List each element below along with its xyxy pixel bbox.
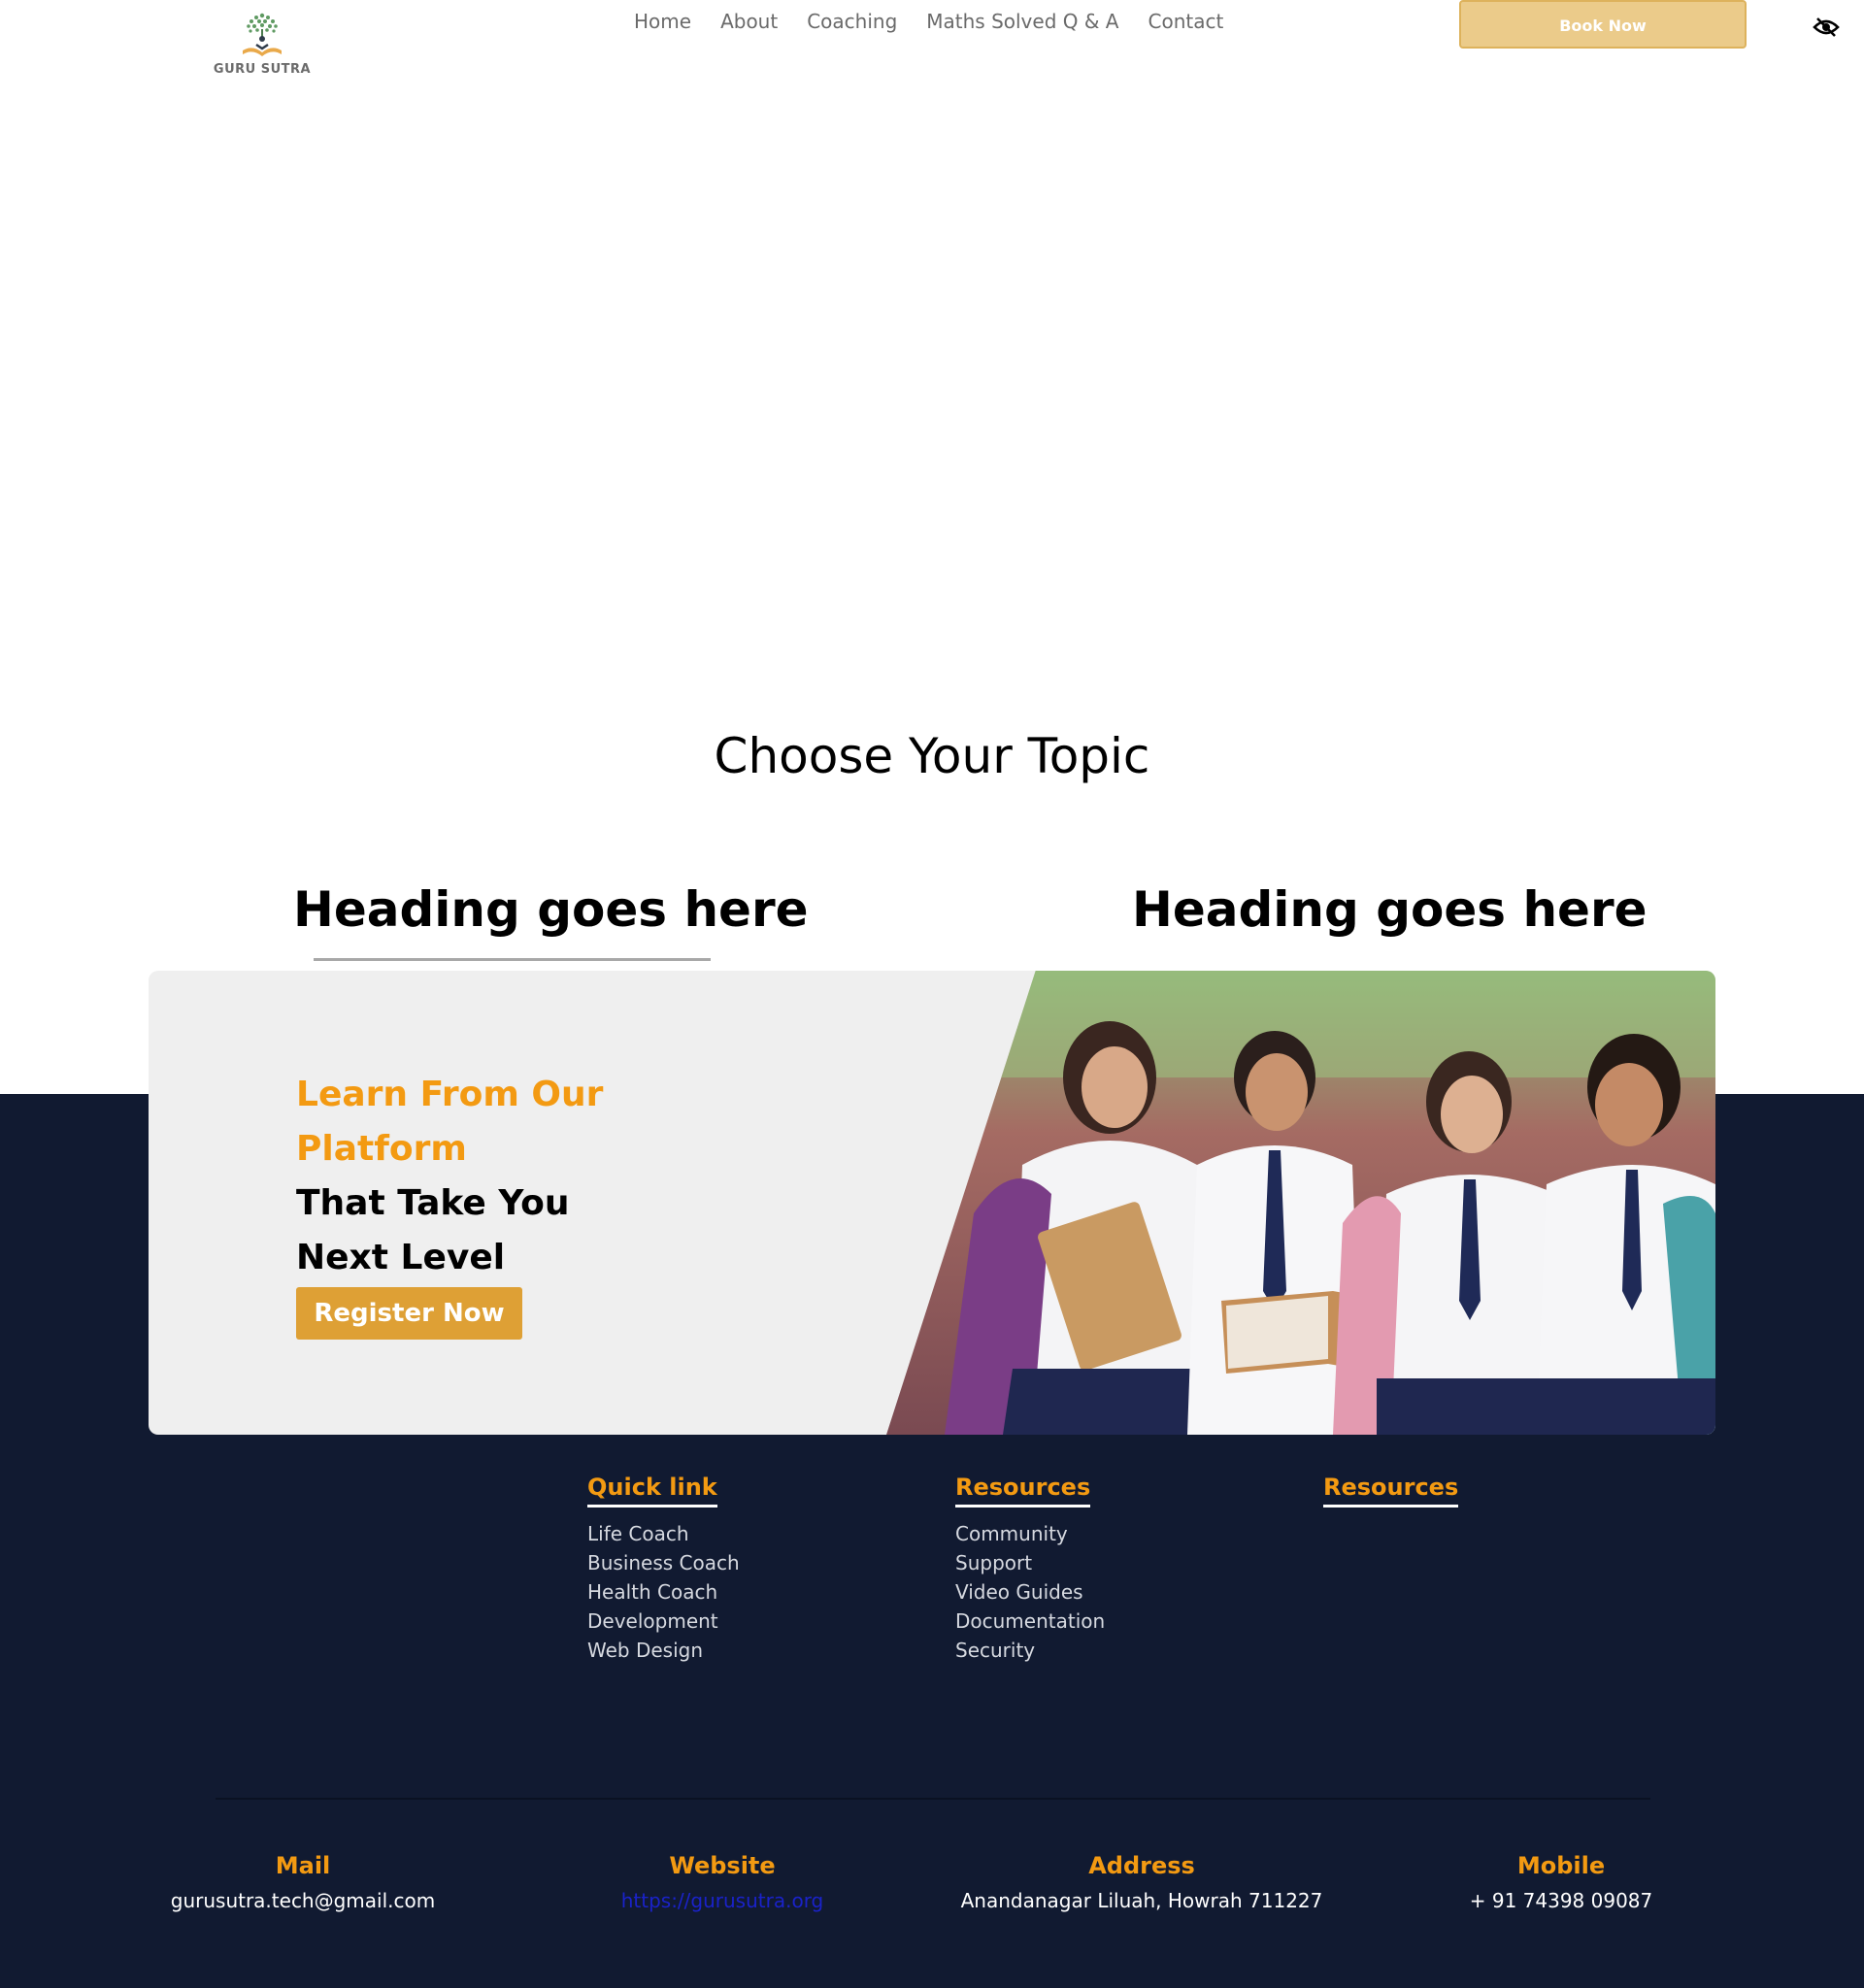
footer-link[interactable]: Web Design <box>587 1636 740 1665</box>
contact-label: Mobile <box>1516 1852 1606 1879</box>
logo-tree-icon <box>243 13 282 56</box>
topic-title: Choose Your Topic <box>714 728 1150 784</box>
banner-line-4: Next Level <box>296 1238 506 1277</box>
book-now-button[interactable]: Book Now <box>1459 0 1747 49</box>
contact-label: Website <box>669 1852 776 1879</box>
footer-link[interactable]: Support <box>955 1548 1105 1577</box>
footer-column-title: Quick link <box>587 1474 717 1508</box>
website-link[interactable]: https://gurusutra.org <box>518 1889 926 1912</box>
banner-text: Learn From Our Platform That Take You Ne… <box>296 1068 603 1340</box>
contact-label: Mail <box>275 1852 331 1879</box>
contact-address: Address Anandanagar Liluah, Howrah 71122… <box>938 1852 1346 1912</box>
site-header: GURU SUTRA Home About Coaching Maths Sol… <box>0 0 1864 87</box>
register-now-button[interactable]: Register Now <box>296 1287 522 1340</box>
footer-column-quick-links: Quick link Life Coach Business Coach Hea… <box>587 1474 740 1665</box>
nav-about[interactable]: About <box>720 10 778 33</box>
footer-link[interactable]: Business Coach <box>587 1548 740 1577</box>
promo-banner: Learn From Our Platform That Take You Ne… <box>149 971 1715 1435</box>
footer-divider <box>216 1798 1650 1800</box>
students-photo <box>886 971 1715 1435</box>
contact-website: Website https://gurusutra.org <box>518 1852 926 1912</box>
eye-slash-icon[interactable] <box>1813 16 1840 39</box>
contact-value[interactable]: gurusutra.tech@gmail.com <box>99 1889 507 1912</box>
footer-column-title: Resources <box>955 1474 1091 1508</box>
contact-mail: Mail gurusutra.tech@gmail.com <box>99 1852 507 1912</box>
footer-link[interactable]: Life Coach <box>587 1519 740 1548</box>
nav-maths-qa[interactable]: Maths Solved Q & A <box>926 10 1118 33</box>
contact-value: Anandanagar Liluah, Howrah 711227 <box>960 1889 1323 1912</box>
footer-link[interactable]: Development <box>587 1607 740 1636</box>
logo-text: GURU SUTRA <box>213 62 312 77</box>
footer-link[interactable]: Documentation <box>955 1607 1105 1636</box>
heading-left: Heading goes here <box>293 881 809 938</box>
footer-link[interactable]: Security <box>955 1636 1105 1665</box>
nav-contact[interactable]: Contact <box>1148 10 1224 33</box>
contact-mobile: Mobile + 91 74398 09087 <box>1357 1852 1765 1912</box>
banner-line-1: Learn From Our <box>296 1075 604 1114</box>
footer-column-resources: Resources Community Support Video Guides… <box>955 1474 1105 1665</box>
contact-value[interactable]: + 91 74398 09087 <box>1357 1889 1765 1912</box>
banner-line-3: That Take You <box>296 1183 570 1223</box>
footer-column-resources-2: Resources <box>1323 1474 1459 1508</box>
heading-right: Heading goes here <box>1132 881 1648 938</box>
site-logo[interactable]: GURU SUTRA <box>209 10 316 83</box>
main-nav: Home About Coaching Maths Solved Q & A C… <box>634 10 1223 33</box>
footer-column-title: Resources <box>1323 1474 1459 1508</box>
heading-underline <box>314 958 711 961</box>
nav-home[interactable]: Home <box>634 10 691 33</box>
footer-link[interactable]: Video Guides <box>955 1577 1105 1607</box>
nav-coaching[interactable]: Coaching <box>807 10 897 33</box>
contact-label: Address <box>1088 1852 1195 1879</box>
footer-link[interactable]: Community <box>955 1519 1105 1548</box>
banner-line-2: Platform <box>296 1129 467 1169</box>
footer-link[interactable]: Health Coach <box>587 1577 740 1607</box>
